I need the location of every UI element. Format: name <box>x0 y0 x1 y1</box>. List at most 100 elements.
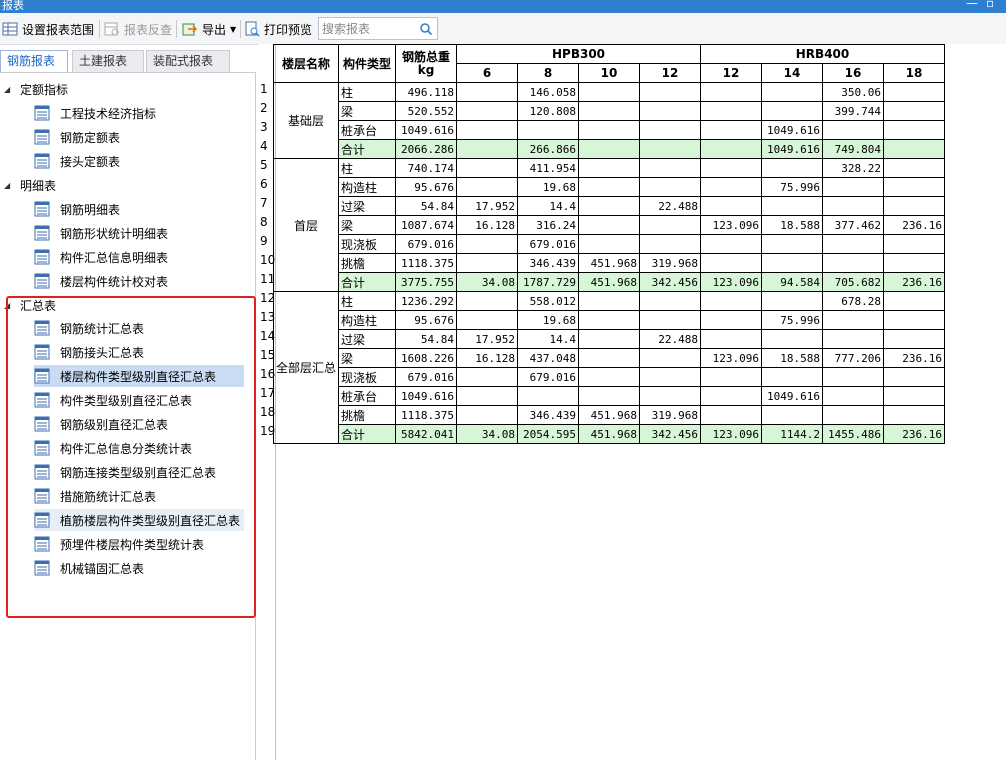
weight-cell[interactable]: 740.174 <box>395 158 458 178</box>
tree-item[interactable]: 钢筋接头汇总表 <box>34 341 148 363</box>
weight-cell[interactable] <box>639 120 702 140</box>
weight-cell[interactable]: 678.28 <box>822 291 885 311</box>
weight-cell[interactable]: 123.096 <box>700 215 763 235</box>
weight-cell[interactable]: 16.128 <box>456 348 519 368</box>
weight-cell[interactable] <box>578 101 641 121</box>
weight-cell[interactable] <box>456 367 519 387</box>
weight-cell[interactable]: 679.016 <box>395 367 458 387</box>
weight-cell[interactable]: 1787.729 <box>517 272 580 292</box>
weight-cell[interactable] <box>639 310 702 330</box>
table-row[interactable]: 桩承台 1049.616 1049.616 <box>274 120 946 140</box>
weight-cell[interactable]: 1049.616 <box>395 120 458 140</box>
weight-cell[interactable] <box>578 177 641 197</box>
weight-cell[interactable] <box>883 82 946 102</box>
weight-cell[interactable]: 54.84 <box>395 329 458 349</box>
weight-cell[interactable]: 328.22 <box>822 158 885 178</box>
table-row[interactable]: 过梁 54.84 17.952 14.4 22.488 <box>274 329 946 349</box>
component-type-cell[interactable]: 挑檐 <box>338 253 397 273</box>
weight-cell[interactable]: 777.206 <box>822 348 885 368</box>
weight-cell[interactable]: 342.456 <box>639 424 702 444</box>
weight-cell[interactable] <box>578 329 641 349</box>
component-type-cell[interactable]: 合计 <box>338 139 397 159</box>
weight-cell[interactable]: 14.4 <box>517 329 580 349</box>
component-type-cell[interactable]: 柱 <box>338 158 397 178</box>
weight-cell[interactable]: 75.996 <box>761 177 824 197</box>
weight-cell[interactable] <box>700 310 763 330</box>
component-type-cell[interactable]: 构造柱 <box>338 177 397 197</box>
weight-cell[interactable]: 14.4 <box>517 196 580 216</box>
weight-cell[interactable] <box>456 405 519 425</box>
weight-cell[interactable]: 411.954 <box>517 158 580 178</box>
weight-cell[interactable]: 319.968 <box>639 405 702 425</box>
component-type-cell[interactable]: 过梁 <box>338 196 397 216</box>
weight-cell[interactable] <box>578 234 641 254</box>
export-button[interactable]: 导出 ▼ <box>182 19 236 39</box>
weight-cell[interactable] <box>883 234 946 254</box>
weight-cell[interactable]: 5842.041 <box>395 424 458 444</box>
weight-cell[interactable] <box>761 158 824 178</box>
table-row[interactable]: 基础层柱 496.118 146.058 350.06 <box>272 82 946 159</box>
weight-cell[interactable] <box>883 291 946 311</box>
weight-cell[interactable]: 19.68 <box>517 177 580 197</box>
weight-cell[interactable] <box>822 177 885 197</box>
weight-cell[interactable]: 346.439 <box>517 253 580 273</box>
component-type-cell[interactable]: 合计 <box>338 272 397 292</box>
weight-cell[interactable] <box>761 82 824 102</box>
weight-cell[interactable]: 236.16 <box>883 215 946 235</box>
weight-cell[interactable] <box>700 329 763 349</box>
weight-cell[interactable]: 451.968 <box>578 253 641 273</box>
weight-cell[interactable] <box>639 82 702 102</box>
weight-cell[interactable]: 146.058 <box>517 82 580 102</box>
set-range-button[interactable]: 设置报表范围 <box>2 19 94 39</box>
tree-item[interactable]: 钢筋统计汇总表 <box>34 317 148 339</box>
weight-cell[interactable] <box>700 139 763 159</box>
tab-prefab-report[interactable]: 装配式报表量 <box>146 50 230 88</box>
weight-cell[interactable]: 679.016 <box>517 234 580 254</box>
weight-cell[interactable]: 2066.286 <box>395 139 458 159</box>
weight-cell[interactable] <box>822 234 885 254</box>
weight-cell[interactable] <box>883 177 946 197</box>
weight-cell[interactable]: 236.16 <box>883 348 946 368</box>
weight-cell[interactable] <box>761 234 824 254</box>
table-row[interactable]: 梁 1087.674 16.128 316.24 123.096 18.588 377.46… <box>274 215 946 235</box>
weight-cell[interactable]: 679.016 <box>517 367 580 387</box>
weight-cell[interactable]: 123.096 <box>700 272 763 292</box>
table-row[interactable]: 桩承台 1049.616 1049.616 <box>274 386 946 406</box>
weight-cell[interactable]: 1087.674 <box>395 215 458 235</box>
weight-cell[interactable]: 16.128 <box>456 215 519 235</box>
weight-cell[interactable] <box>761 367 824 387</box>
weight-cell[interactable]: 451.968 <box>578 405 641 425</box>
weight-cell[interactable]: 120.808 <box>517 101 580 121</box>
weight-cell[interactable]: 95.676 <box>395 310 458 330</box>
weight-cell[interactable] <box>883 310 946 330</box>
weight-cell[interactable] <box>700 120 763 140</box>
caret-down-icon[interactable]: ◢ <box>4 85 14 94</box>
weight-cell[interactable] <box>639 215 702 235</box>
weight-cell[interactable]: 679.016 <box>395 234 458 254</box>
weight-cell[interactable]: 1049.616 <box>761 120 824 140</box>
weight-cell[interactable] <box>822 386 885 406</box>
weight-cell[interactable] <box>822 310 885 330</box>
weight-cell[interactable] <box>578 120 641 140</box>
weight-cell[interactable] <box>578 367 641 387</box>
caret-down-icon[interactable]: ◢ <box>4 181 14 190</box>
tree-item[interactable]: 钢筋明细表 <box>34 198 124 220</box>
weight-cell[interactable]: 17.952 <box>456 196 519 216</box>
weight-cell[interactable]: 1118.375 <box>395 405 458 425</box>
weight-cell[interactable] <box>456 82 519 102</box>
table-row[interactable]: 梁 1608.226 16.128 437.048 123.096 18.588 777.2… <box>274 348 946 368</box>
reverse-check-button[interactable]: 报表反查 <box>104 19 172 39</box>
component-type-cell[interactable]: 桩承台 <box>338 386 397 406</box>
weight-cell[interactable]: 18.588 <box>761 348 824 368</box>
search-icon[interactable] <box>419 22 433 36</box>
table-row[interactable]: 过梁 54.84 17.952 14.4 22.488 <box>274 196 946 216</box>
component-type-cell[interactable]: 构造柱 <box>338 310 397 330</box>
tree-item-hover[interactable]: 植筋楼层构件类型级别直径汇总表 <box>34 509 244 531</box>
weight-cell[interactable]: 342.456 <box>639 272 702 292</box>
weight-cell[interactable]: 1236.292 <box>395 291 458 311</box>
weight-cell[interactable]: 123.096 <box>700 348 763 368</box>
weight-cell[interactable] <box>700 158 763 178</box>
weight-cell[interactable]: 350.06 <box>822 82 885 102</box>
weight-cell[interactable] <box>639 367 702 387</box>
weight-cell[interactable]: 1144.2 <box>761 424 824 444</box>
